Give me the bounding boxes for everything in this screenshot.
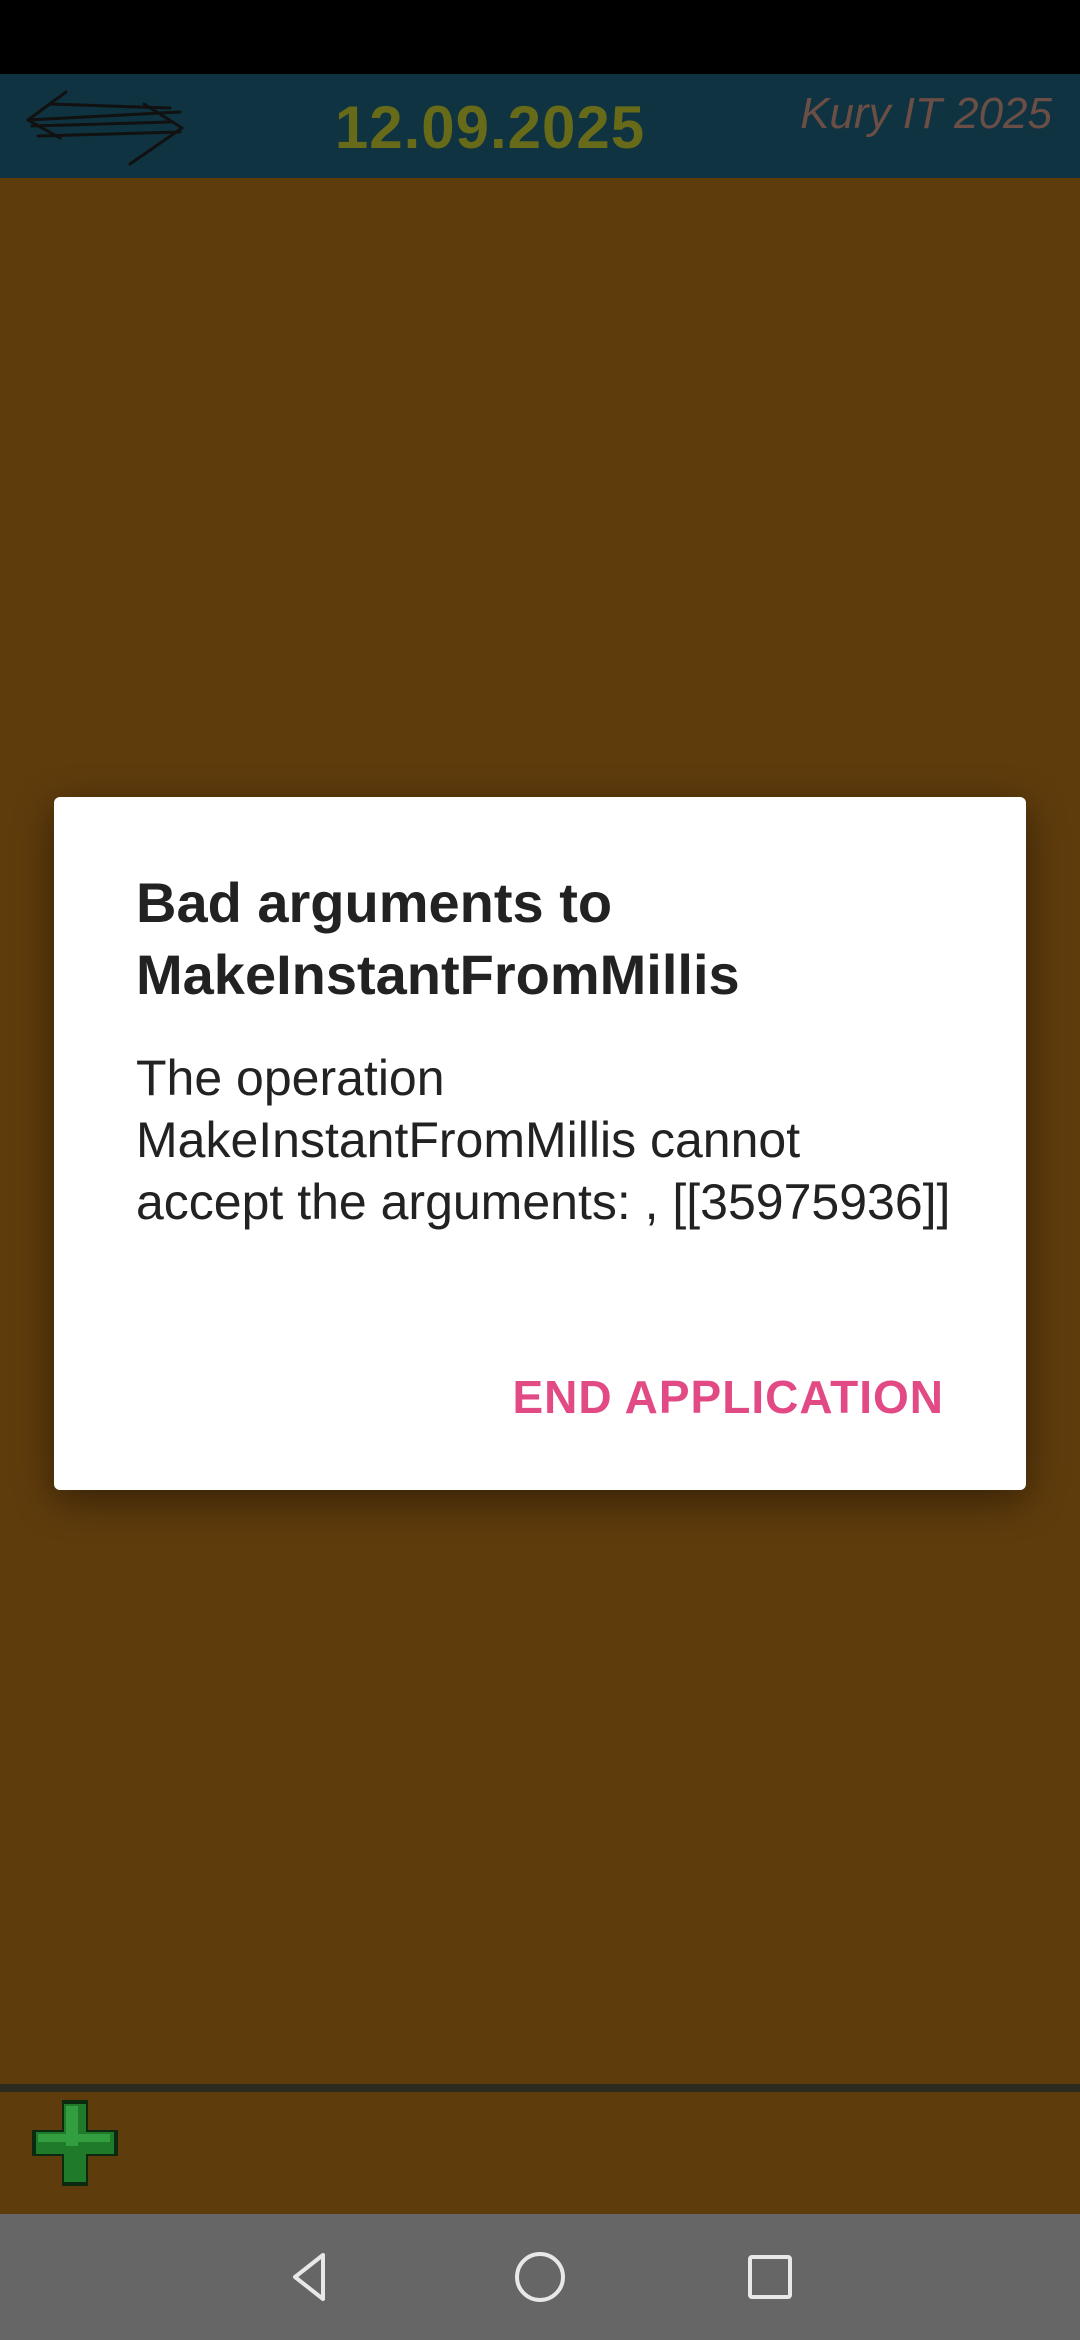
back-triangle-icon[interactable] [279, 2245, 343, 2309]
swap-arrows-icon[interactable] [20, 82, 190, 172]
end-application-button[interactable]: END APPLICATION [512, 1367, 944, 1427]
dialog-title: Bad arguments to MakeInstantFromMillis [136, 871, 740, 1006]
bottom-divider [0, 2084, 1080, 2092]
green-plus-icon[interactable] [28, 2096, 122, 2190]
home-circle-icon[interactable] [508, 2245, 572, 2309]
bottom-toolbar [0, 2092, 1080, 2214]
status-bar [0, 0, 1080, 74]
recents-square-icon[interactable] [738, 2245, 802, 2309]
dialog-message: The operation MakeInstantFromMillis cann… [136, 1050, 951, 1230]
header-brand: Kury IT 2025 [800, 89, 1052, 138]
error-dialog: Bad arguments to MakeInstantFromMillis T… [54, 797, 1026, 1490]
header-date: 12.09.2025 [334, 94, 646, 161]
